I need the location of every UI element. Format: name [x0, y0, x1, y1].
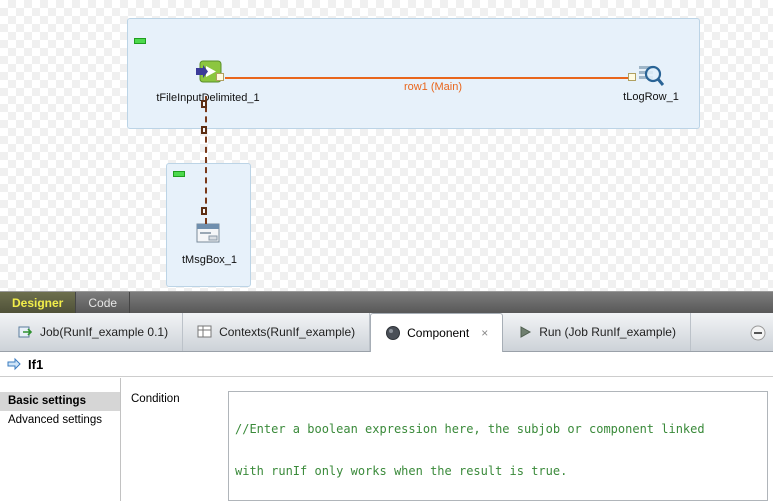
contexts-icon [197, 324, 213, 340]
row-connection-line[interactable] [225, 77, 632, 79]
code-comment-line: with runIf only works when the result is… [235, 464, 761, 478]
component-label: tFileInputDelimited_1 [143, 92, 273, 104]
code-comment-line: //Enter a boolean expression here, the s… [235, 422, 761, 436]
tab-contexts[interactable]: Contexts(RunIf_example) [183, 313, 370, 351]
view-tabbar: Job(RunIf_example 0.1) Contexts(RunIf_ex… [0, 313, 773, 352]
trigger-anchor-icon[interactable] [201, 126, 207, 134]
job-icon [18, 324, 34, 340]
panel-header: If1 [0, 352, 773, 377]
trigger-anchor-icon[interactable] [201, 100, 207, 108]
tab-designer[interactable]: Designer [0, 292, 76, 313]
subjob-collapse-tag-icon[interactable] [134, 38, 146, 44]
settings-sidebar: Basic settings Advanced settings [0, 378, 121, 501]
runif-trigger-link[interactable] [205, 96, 207, 224]
tab-contexts-label: Contexts(RunIf_example) [219, 325, 355, 339]
talend-studio-window: tFileInputDelimited_1 row1 (Main) tLogRo… [0, 0, 773, 501]
tab-run[interactable]: Run (Job RunIf_example) [503, 313, 691, 351]
run-icon [517, 324, 533, 340]
close-icon[interactable]: × [481, 326, 488, 340]
component-label: tMsgBox_1 [167, 254, 252, 266]
tab-code[interactable]: Code [76, 292, 130, 313]
tfileinputdelimited-component-icon[interactable] [196, 59, 222, 85]
tab-job[interactable]: Job(RunIf_example 0.1) [4, 313, 183, 351]
condition-code-editor[interactable]: //Enter a boolean expression here, the s… [228, 391, 768, 501]
tab-component[interactable]: Component × [370, 313, 503, 352]
subjob-collapse-tag-icon[interactable] [173, 171, 185, 177]
connection-label: row1 (Main) [368, 81, 498, 93]
sidebar-item-basic-settings[interactable]: Basic settings [0, 392, 120, 411]
tab-job-label: Job(RunIf_example 0.1) [40, 325, 168, 339]
tab-run-label: Run (Job RunIf_example) [539, 325, 676, 339]
minimize-icon[interactable] [750, 325, 766, 341]
tlogrow-component-icon[interactable] [638, 62, 664, 88]
job-design-canvas[interactable]: tFileInputDelimited_1 row1 (Main) tLogRo… [0, 0, 773, 291]
trigger-anchor-icon[interactable] [201, 207, 207, 215]
component-icon [385, 325, 401, 341]
connection-source-anchor-icon[interactable] [216, 73, 224, 81]
component-label: tLogRow_1 [591, 91, 711, 103]
tmsgbox-component-icon[interactable] [195, 220, 221, 246]
connection-target-anchor-icon[interactable] [628, 73, 636, 81]
panel-title: If1 [28, 357, 43, 372]
subjob-msgbox[interactable]: tMsgBox_1 [166, 163, 251, 287]
condition-label: Condition [131, 393, 180, 405]
sidebar-item-advanced-settings[interactable]: Advanced settings [0, 411, 120, 430]
subjob-main[interactable]: tFileInputDelimited_1 row1 (Main) tLogRo… [127, 18, 700, 129]
tab-component-label: Component [407, 326, 469, 340]
designer-code-tabbar: Designer Code [0, 291, 773, 313]
component-settings-panel: If1 Basic settings Advanced settings Con… [0, 352, 773, 501]
if-arrow-icon [6, 356, 22, 372]
